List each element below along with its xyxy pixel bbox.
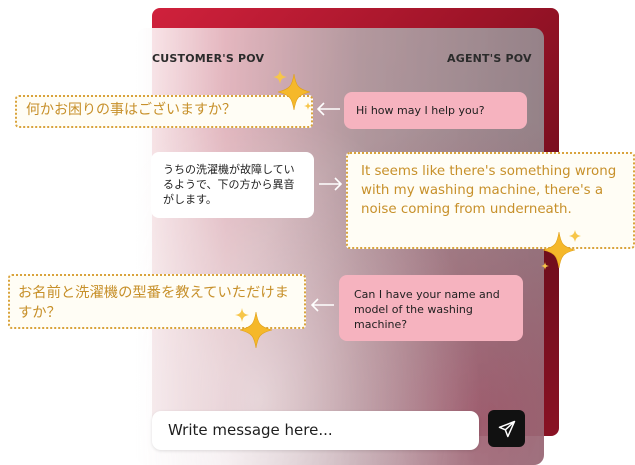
sparkle-icon <box>541 230 581 270</box>
sparkle-icon <box>273 70 312 111</box>
agent-pov-label: AGENT'S POV <box>447 52 532 65</box>
agent-message-2: Can I have your name and model of the wa… <box>339 275 523 341</box>
agent-message-1: Hi how may I help you? <box>344 92 527 129</box>
send-icon <box>498 420 515 437</box>
customer-pov-label: CUSTOMER'S POV <box>152 52 265 65</box>
sparkle-icon <box>235 308 273 349</box>
arrow-left-icon <box>316 102 340 116</box>
translated-customer-message-1: It seems like there's something wrong wi… <box>346 152 635 249</box>
send-button[interactable] <box>488 410 525 447</box>
arrow-left-icon <box>310 298 334 312</box>
customer-message-1: うちの洗濯機が故障しているようで、下の方から異音がします。 <box>151 152 314 218</box>
message-input[interactable]: Write message here... <box>152 411 479 450</box>
translated-agent-message-1: 何かお困りの事はございますか？ <box>15 95 313 128</box>
arrow-right-icon <box>319 177 343 191</box>
